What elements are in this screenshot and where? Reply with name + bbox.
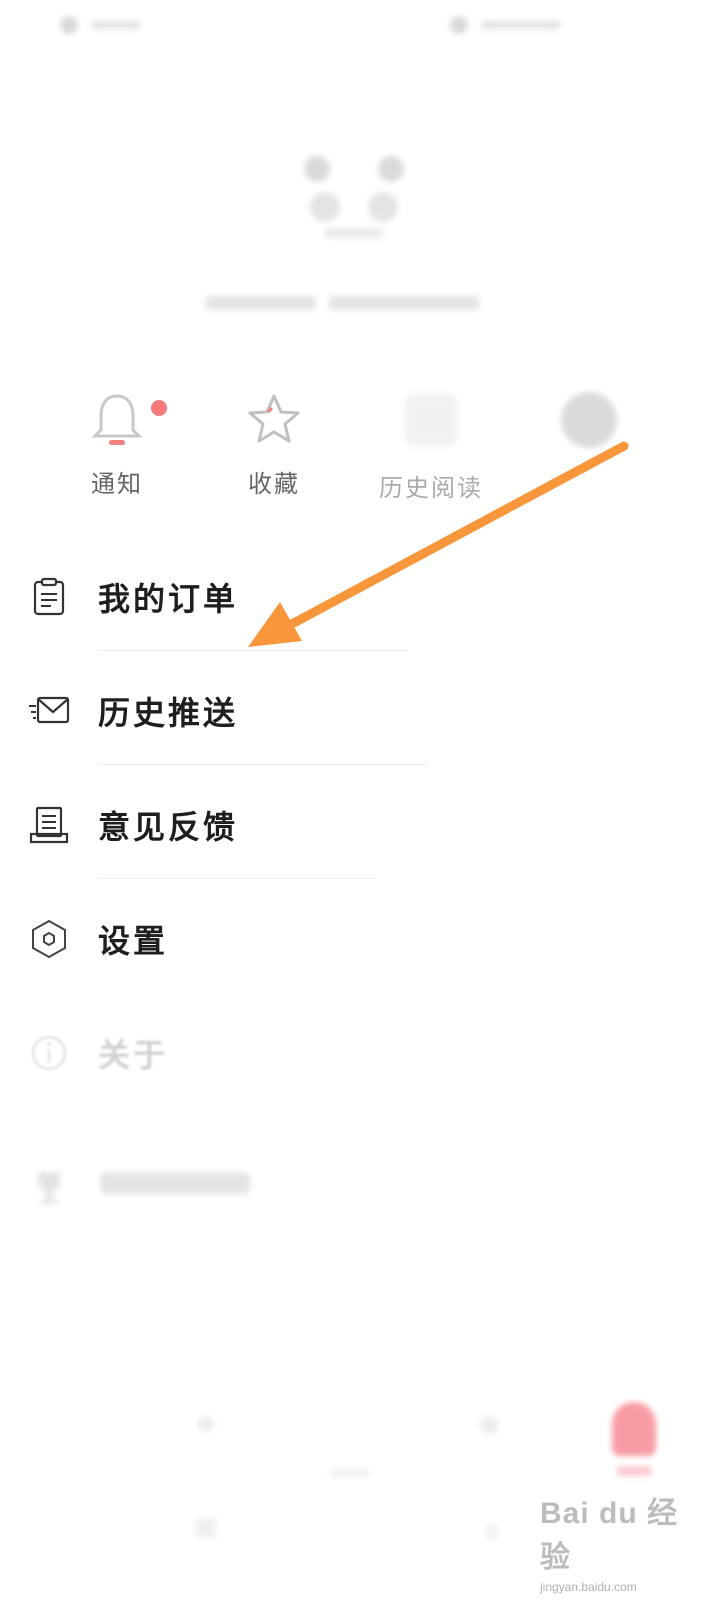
watermark-url: jingyan.baidu.com [540, 1580, 637, 1594]
watermark-logo: Bai du 经验 [540, 1497, 679, 1574]
annotation-arrow [248, 441, 629, 647]
watermark: Bai du 经验 jingyan.baidu.com [540, 1488, 690, 1594]
